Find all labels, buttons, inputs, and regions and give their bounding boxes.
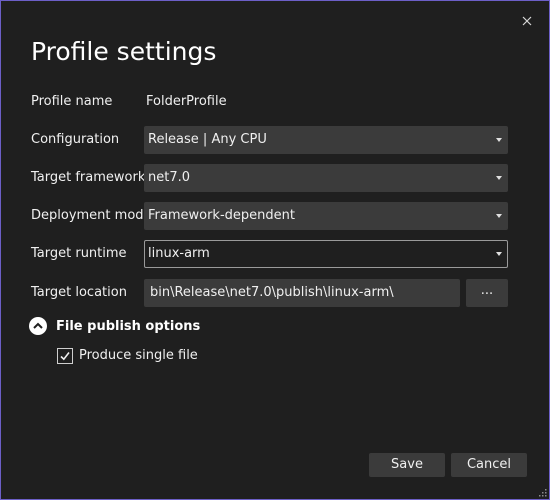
configuration-label: Configuration <box>31 132 120 147</box>
checkmark-icon <box>60 352 70 361</box>
target-runtime-label: Target runtime <box>31 246 127 261</box>
cancel-button[interactable]: Cancel <box>451 453 527 477</box>
save-button[interactable]: Save <box>369 453 445 477</box>
configuration-dropdown[interactable]: Release | Any CPU <box>144 126 508 154</box>
chevron-down-icon <box>496 252 502 256</box>
deployment-mode-dropdown[interactable]: Framework-dependent <box>144 202 508 230</box>
close-button[interactable] <box>517 11 537 31</box>
deployment-mode-label: Deployment mode <box>31 208 152 223</box>
target-runtime-value: linux-arm <box>148 246 210 261</box>
target-framework-dropdown[interactable]: net7.0 <box>144 164 508 192</box>
target-location-value: bin\Release\net7.0\publish\linux-arm\ <box>150 285 394 300</box>
profile-settings-dialog: Profile settings Profile name FolderProf… <box>0 0 550 500</box>
configuration-value: Release | Any CPU <box>148 132 267 147</box>
target-location-input[interactable]: bin\Release\net7.0\publish\linux-arm\ <box>144 279 460 307</box>
target-location-row: Target location bin\Release\net7.0\publi… <box>31 279 508 307</box>
configuration-row: Configuration Release | Any CPU <box>31 126 508 154</box>
target-framework-value: net7.0 <box>148 170 191 185</box>
chevron-down-icon <box>496 176 502 180</box>
target-runtime-dropdown[interactable]: linux-arm <box>144 240 508 268</box>
chevron-down-icon <box>496 138 502 142</box>
close-icon <box>522 16 532 26</box>
deployment-mode-row: Deployment mode Framework-dependent <box>31 202 508 230</box>
file-publish-options-label: File publish options <box>56 319 201 334</box>
expand-toggle-button[interactable] <box>29 317 47 335</box>
produce-single-file-label[interactable]: Produce single file <box>79 347 198 365</box>
profile-name-value: FolderProfile <box>146 94 227 109</box>
profile-name-label: Profile name <box>31 94 113 109</box>
chevron-down-icon <box>496 214 502 218</box>
target-location-label: Target location <box>31 285 127 300</box>
produce-single-file-checkbox[interactable] <box>57 348 73 364</box>
chevron-up-icon <box>33 322 43 329</box>
target-framework-row: Target framework net7.0 <box>31 164 508 192</box>
target-framework-label: Target framework <box>31 170 146 185</box>
profile-name-row: Profile name FolderProfile <box>31 88 507 116</box>
browse-button[interactable]: ... <box>466 279 508 307</box>
deployment-mode-value: Framework-dependent <box>148 208 295 223</box>
target-runtime-row: Target runtime linux-arm <box>31 240 508 268</box>
dialog-title: Profile settings <box>31 37 217 66</box>
resize-grip-icon[interactable] <box>537 487 547 497</box>
